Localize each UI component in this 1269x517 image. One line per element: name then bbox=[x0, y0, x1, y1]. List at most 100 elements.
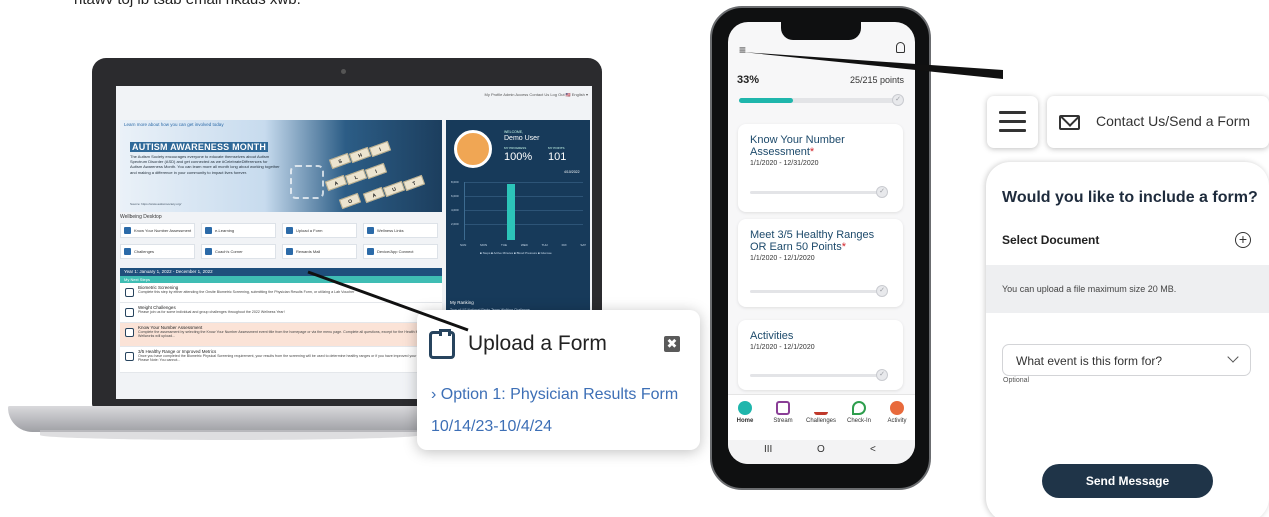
nav-challenges[interactable]: Challenges bbox=[803, 401, 839, 424]
shield-icon bbox=[125, 288, 134, 297]
points-label: MY POINTS bbox=[548, 146, 565, 150]
progress-value: 100% bbox=[504, 151, 533, 163]
system-nav: III O < bbox=[728, 440, 915, 464]
recent-apps-button[interactable]: III bbox=[764, 444, 772, 455]
bell-icon[interactable] bbox=[896, 42, 905, 53]
day-label: FRI bbox=[561, 243, 567, 247]
step-item[interactable]: Weight Challenges Please join us for some… bbox=[120, 303, 442, 323]
optional-hint: Optional bbox=[1003, 377, 1030, 384]
close-icon[interactable]: ✖ bbox=[664, 336, 680, 352]
upload-form-popup: Upload a Form ✖ › Option 1: Physician Re… bbox=[417, 310, 700, 450]
progress-label: MY PROGRESS bbox=[504, 146, 527, 150]
heart-icon bbox=[890, 401, 904, 415]
y-label: 6,000 bbox=[451, 194, 459, 198]
y-label: 2,000 bbox=[451, 222, 459, 226]
upload-form-button[interactable]: Upload a Form bbox=[282, 223, 357, 238]
challenges-button[interactable]: Challenges bbox=[120, 244, 195, 259]
card-title: Activities bbox=[750, 330, 794, 342]
required-mark: * bbox=[841, 241, 846, 253]
elearning-button[interactable]: e-Learning bbox=[201, 223, 276, 238]
step-item[interactable]: 3/5 Healthy Range or Improved Metrics Onc… bbox=[120, 347, 442, 373]
hero-banner[interactable]: Learn more about how you can get involve… bbox=[120, 120, 442, 212]
next-steps-header: My Next Steps bbox=[120, 276, 442, 283]
desktop-top-nav[interactable]: My Profile Admin Access Contact Us Log O… bbox=[485, 92, 588, 97]
check-icon: ✓ bbox=[876, 285, 888, 297]
event-select[interactable]: What event is this form for? bbox=[1002, 344, 1251, 376]
points-value: 101 bbox=[548, 151, 567, 163]
card-progress bbox=[750, 290, 880, 293]
steps-bar bbox=[507, 184, 515, 240]
wellness-links-button[interactable]: Wellness Links bbox=[363, 223, 438, 238]
card-title: Know Your Number Assessment bbox=[750, 134, 845, 158]
tile: A bbox=[324, 174, 348, 192]
progress-points: 25/215 points bbox=[849, 75, 904, 85]
chart-legend: ■ Steps ■ Active Minutes ■ Blood Pressur… bbox=[480, 251, 552, 255]
nav-activity[interactable]: Activity bbox=[879, 401, 915, 424]
phone-notch bbox=[781, 22, 861, 40]
know-your-number-button[interactable]: Know Your Number Assessment bbox=[120, 223, 195, 238]
y-label: 8,000 bbox=[451, 180, 459, 184]
add-document-icon[interactable]: + bbox=[1235, 232, 1251, 248]
welcome-label: WELCOME, bbox=[504, 130, 524, 134]
link-line-2[interactable]: 10/14/23-10/4/24 bbox=[431, 411, 678, 443]
card-dates: 1/1/2020 - 12/31/2020 bbox=[750, 160, 819, 167]
coaches-corner-button[interactable]: Coach's Corner bbox=[201, 244, 276, 259]
check-icon: ✓ bbox=[876, 186, 888, 198]
progress-bar-fill bbox=[739, 98, 793, 103]
chart-date: 4/10/2022 bbox=[564, 170, 580, 174]
marketing-composite: ntawv toj ib tsab email nkaus xwb. My Pr… bbox=[0, 0, 1269, 517]
location-icon bbox=[852, 401, 866, 415]
bottom-nav: Home Stream Challenges Check-In Activity bbox=[728, 394, 915, 440]
send-message-button[interactable]: Send Message bbox=[1042, 464, 1213, 498]
check-icon: ✓ bbox=[892, 94, 904, 106]
gear-icon bbox=[125, 352, 134, 361]
menu-line bbox=[999, 120, 1026, 123]
nav-stream[interactable]: Stream bbox=[765, 401, 801, 424]
step-item[interactable]: Know Your Number Assessment Complete the … bbox=[120, 323, 442, 347]
back-button[interactable]: < bbox=[870, 444, 876, 455]
tile: O bbox=[338, 192, 362, 210]
step-item[interactable]: Biometric Screening Complete this step by… bbox=[120, 283, 442, 303]
trophy-icon bbox=[124, 248, 131, 255]
event-card[interactable]: Activities 1/1/2020 - 12/1/2020 ✓ bbox=[738, 320, 903, 390]
link-line-1[interactable]: › Option 1: Physician Results Form bbox=[431, 379, 678, 411]
stream-icon bbox=[776, 401, 790, 415]
card-progress bbox=[750, 374, 880, 377]
card-dates: 1/1/2020 - 12/1/2020 bbox=[750, 344, 815, 351]
day-label: SUN bbox=[460, 243, 467, 247]
avatar bbox=[454, 130, 492, 168]
laptop-camera bbox=[341, 69, 346, 74]
phone-screen: ≡ 33% 25/215 points ✓ Know Your Number A… bbox=[728, 22, 915, 464]
day-label: WED bbox=[520, 243, 528, 247]
profile-panel: WELCOME, Demo User MY PROGRESS 100% MY P… bbox=[446, 120, 590, 296]
nav-home[interactable]: Home bbox=[728, 401, 763, 424]
top-caption: ntawv toj ib tsab email nkaus xwb. bbox=[74, 0, 301, 8]
year-bar: Year 1: January 1, 2022 - December 1, 20… bbox=[120, 268, 442, 276]
hero-text: The Autism Society encourages everyone t… bbox=[130, 154, 280, 175]
card-title: Meet 3/5 Healthy Ranges OR Earn 50 Point… bbox=[750, 229, 875, 253]
event-card[interactable]: Know Your Number Assessment* 1/1/2020 - … bbox=[738, 124, 903, 212]
upload-clipboard-icon bbox=[429, 329, 455, 359]
y-label: 4,000 bbox=[451, 208, 459, 212]
tile: H bbox=[348, 146, 372, 164]
day-label: MON bbox=[480, 243, 488, 247]
home-button[interactable]: O bbox=[817, 444, 825, 455]
hamburger-menu-button[interactable] bbox=[987, 96, 1038, 148]
event-card[interactable]: Meet 3/5 Healthy Ranges OR Earn 50 Point… bbox=[738, 219, 903, 307]
learn-more-link[interactable]: Learn more about how you can get involve… bbox=[124, 122, 224, 127]
tile: L bbox=[344, 168, 368, 186]
nav-checkin[interactable]: Check-In bbox=[841, 401, 877, 424]
laptop-base bbox=[8, 406, 438, 432]
tile: A bbox=[362, 186, 386, 204]
upload-info: You can upload a file maximum size 20 MB… bbox=[986, 265, 1269, 313]
rewards-mall-button[interactable]: Rewards Mall bbox=[282, 244, 357, 259]
required-mark: * bbox=[809, 146, 815, 158]
device-connect-button[interactable]: Device/App Connect bbox=[363, 244, 438, 259]
activity-chart: 8,000 6,000 4,000 2,000 bbox=[451, 180, 583, 240]
menu-icon[interactable]: ≡ bbox=[739, 43, 746, 57]
physician-form-link[interactable]: › Option 1: Physician Results Form 10/14… bbox=[431, 379, 678, 443]
popup-title: Upload a Form bbox=[468, 332, 607, 355]
check-icon: ✓ bbox=[876, 369, 888, 381]
contact-us-button[interactable]: Contact Us/Send a Form bbox=[1047, 96, 1269, 148]
tile: I bbox=[368, 140, 392, 158]
